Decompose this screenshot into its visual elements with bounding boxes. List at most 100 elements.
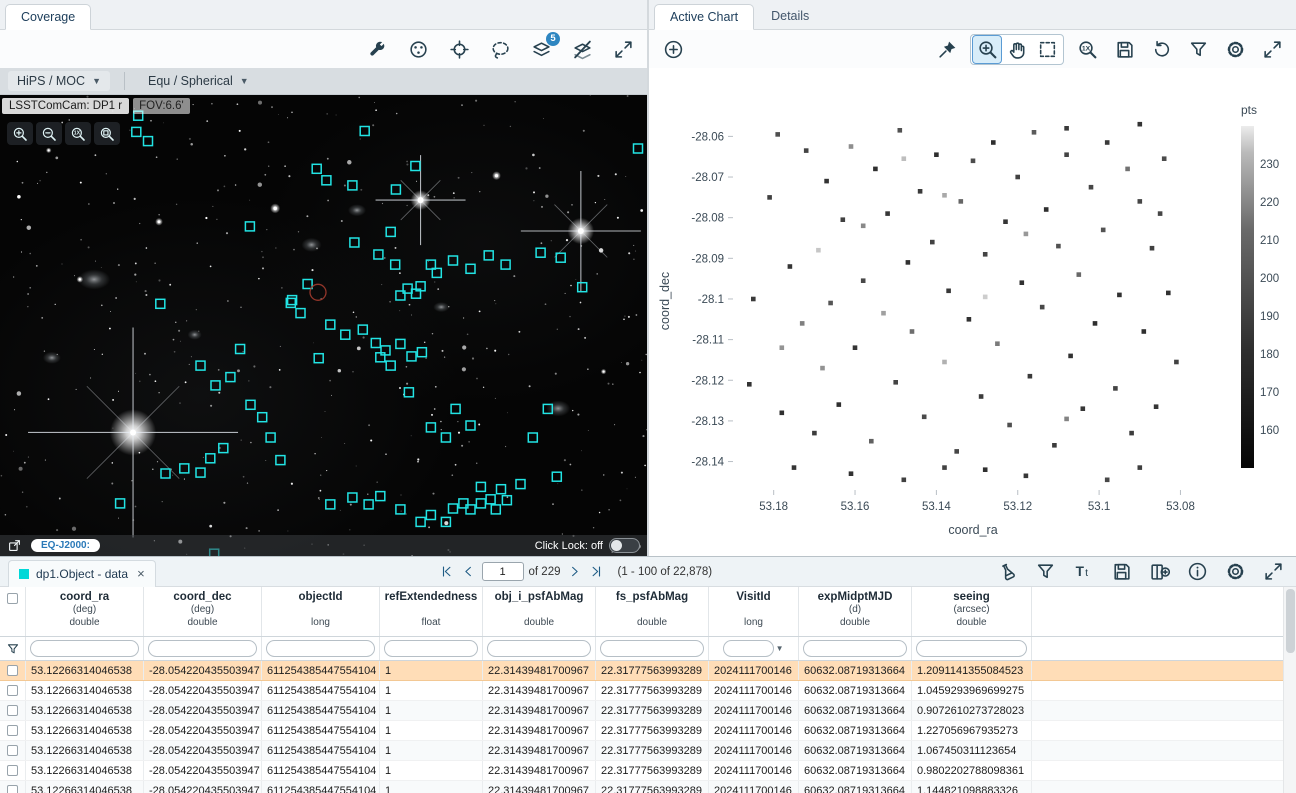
row-checkbox[interactable] [7, 705, 18, 716]
table-tab[interactable]: dp1.Object - data × [8, 560, 156, 587]
layers-icon[interactable]: 5 [527, 36, 555, 63]
chevron-down-icon[interactable]: ▼ [776, 644, 784, 653]
svg-text:-28.06: -28.06 [691, 131, 724, 143]
filter-input-fs_psfAbMag[interactable] [600, 640, 704, 657]
settings-icon[interactable] [1222, 558, 1250, 585]
first-page-button[interactable] [438, 563, 455, 580]
active-chart-tab[interactable]: Active Chart [654, 4, 754, 30]
svg-text:190: 190 [1260, 311, 1279, 323]
column-header-objectId[interactable]: objectIdlong [262, 587, 380, 636]
filter-input-seeing[interactable] [916, 640, 1027, 657]
pin-icon[interactable] [933, 36, 961, 63]
filter-input-obj_i_psfAbMag[interactable] [487, 640, 591, 657]
projection-dropdown[interactable]: Equ / Spherical ▼ [139, 71, 258, 91]
column-header-obj_i_psfAbMag[interactable]: obj_i_psfAbMagdouble [483, 587, 596, 636]
zoom-in-icon[interactable] [7, 122, 33, 145]
column-header-VisitId[interactable]: VisitIdlong [709, 587, 799, 636]
table-row[interactable]: 53.12266314046538-28.0542204355039476112… [0, 741, 1296, 761]
scatter-plot[interactable]: -28.06-28.07-28.08-28.09-28.1-28.11-28.1… [649, 68, 1294, 556]
column-header-coord_dec[interactable]: coord_dec(deg)double [144, 587, 262, 636]
table-cell-VisitId: 2024111700146 [709, 781, 799, 793]
svg-text:200: 200 [1260, 273, 1279, 285]
expand-icon[interactable] [609, 36, 637, 63]
filter-funnel-icon[interactable] [6, 642, 20, 656]
table-row[interactable]: 53.12266314046538-28.0542204355039476112… [0, 721, 1296, 741]
lasso-icon[interactable] [486, 36, 514, 63]
image-layer-label: LSSTComCam: DP1 r FOV:6.6' [2, 98, 190, 114]
pan-icon[interactable] [1003, 36, 1031, 63]
column-header-refExtendedness[interactable]: refExtendednessfloat [380, 587, 483, 636]
flask-icon[interactable] [994, 558, 1022, 585]
filter-input-VisitId[interactable] [723, 640, 773, 657]
column-header-expMidptMJD[interactable]: expMidptMJD(d)double [799, 587, 912, 636]
sky-view[interactable]: LSSTComCam: DP1 r FOV:6.6' 1X EQ-J2000: … [0, 95, 647, 556]
filter-input-refExtendedness[interactable] [384, 640, 478, 657]
zoom-in-icon[interactable] [973, 36, 1001, 63]
last-page-button[interactable] [588, 563, 605, 580]
prev-page-button[interactable] [460, 563, 477, 580]
filter-input-coord_ra[interactable] [30, 640, 139, 657]
filter-input-expMidptMJD[interactable] [803, 640, 907, 657]
text-case-icon[interactable]: Tt [1070, 558, 1098, 585]
tools-icon[interactable] [363, 36, 391, 63]
table-cell-fs_psfAbMag: 22.31777563993289 [596, 721, 709, 740]
center-icon[interactable] [445, 36, 473, 63]
zoom-orig-icon[interactable]: 1X [1073, 36, 1101, 63]
row-checkbox[interactable] [7, 765, 18, 776]
table-cell-objectId: 611254385447554104 [262, 781, 380, 793]
table-row[interactable]: 53.12266314046538-28.0542204355039476112… [0, 781, 1296, 793]
settings-icon[interactable] [1221, 36, 1249, 63]
row-checkbox[interactable] [7, 725, 18, 736]
select-all-checkbox[interactable] [7, 593, 18, 604]
save-icon[interactable] [1110, 36, 1138, 63]
overlay-off-icon[interactable] [568, 36, 596, 63]
zoom-out-icon[interactable] [36, 122, 62, 145]
row-checkbox[interactable] [7, 745, 18, 756]
table-cell-seeing: 0.9072610273728023 [912, 701, 1032, 720]
filter-input-coord_dec[interactable] [148, 640, 257, 657]
external-link-icon[interactable] [7, 538, 22, 553]
table-cell-coord_ra: 53.12266314046538 [26, 741, 144, 760]
details-tab[interactable]: Details [756, 4, 824, 29]
table-cell-VisitId: 2024111700146 [709, 721, 799, 740]
row-checkbox[interactable] [7, 785, 18, 793]
close-icon[interactable]: × [137, 566, 145, 581]
filter-input-objectId[interactable] [266, 640, 375, 657]
add-circle-icon[interactable] [659, 36, 687, 63]
info-icon[interactable] [1184, 558, 1212, 585]
table-cell-seeing: 1.144821098883326 [912, 781, 1032, 793]
table-cell-objectId: 611254385447554104 [262, 681, 380, 700]
row-checkbox[interactable] [7, 685, 18, 696]
select-rect-icon[interactable] [1033, 36, 1061, 63]
eq-j2000-badge[interactable]: EQ-J2000: [31, 539, 100, 552]
zoom-fit-icon[interactable] [94, 122, 120, 145]
row-checkbox-cell [0, 761, 26, 780]
column-header-coord_ra[interactable]: coord_ra(deg)double [26, 587, 144, 636]
restore-icon[interactable] [1147, 36, 1175, 63]
row-checkbox[interactable] [7, 665, 18, 676]
zoom-orig-icon[interactable]: 1X [65, 122, 91, 145]
click-lock-toggle[interactable] [609, 538, 640, 553]
expand-icon[interactable] [1260, 558, 1288, 585]
column-header-seeing[interactable]: seeing(arcsec)double [912, 587, 1032, 636]
expand-icon[interactable] [1258, 36, 1286, 63]
add-column-icon[interactable] [1146, 558, 1174, 585]
table-row[interactable]: 53.12266314046538-28.0542204355039476112… [0, 681, 1296, 701]
column-header-fs_psfAbMag[interactable]: fs_psfAbMagdouble [596, 587, 709, 636]
page-input[interactable] [482, 562, 524, 581]
table-cell-refExtendedness: 1 [380, 721, 483, 740]
table-cell-coord_dec: -28.054220435503947 [144, 661, 262, 680]
save-icon[interactable] [1108, 558, 1136, 585]
vertical-scrollbar[interactable] [1283, 587, 1296, 793]
coverage-tab[interactable]: Coverage [5, 4, 91, 30]
palette-icon[interactable] [404, 36, 432, 63]
scrollbar-thumb[interactable] [1286, 589, 1295, 653]
filter-icon[interactable] [1184, 36, 1212, 63]
table-row[interactable]: 53.12266314046538-28.0542204355039476112… [0, 761, 1296, 781]
filter-icon[interactable] [1032, 558, 1060, 585]
svg-text:-28.14: -28.14 [691, 457, 724, 469]
hips-moc-dropdown[interactable]: HiPS / MOC ▼ [8, 71, 110, 91]
next-page-button[interactable] [566, 563, 583, 580]
table-row[interactable]: 53.12266314046538-28.0542204355039476112… [0, 661, 1296, 681]
table-row[interactable]: 53.12266314046538-28.0542204355039476112… [0, 701, 1296, 721]
